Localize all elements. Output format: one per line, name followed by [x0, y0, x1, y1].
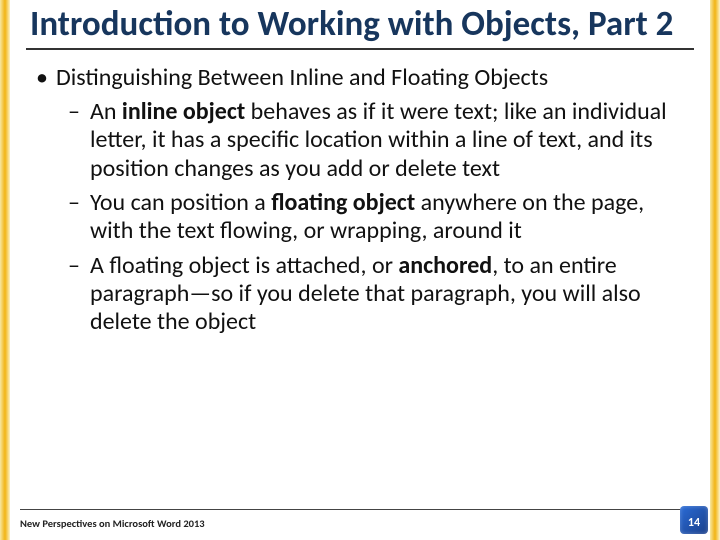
footer-text: New Perspectives on Microsoft Word 2013 [20, 517, 205, 530]
decor-stripe-right [710, 0, 720, 540]
text-bold: anchored [398, 251, 492, 280]
text-bold: inline object [122, 97, 245, 126]
bullet-level2-3: A floating object is attached, or anchor… [32, 252, 684, 337]
title-underline [26, 48, 694, 50]
bullet-level2-1: An inline object behaves as if it were t… [32, 98, 684, 183]
text-bold: floating object [271, 188, 415, 217]
decor-stripe-left [0, 0, 10, 540]
text-fragment: A floating object is attached, or [90, 251, 398, 280]
footer-rule [20, 509, 700, 510]
slide: Introduction to Working with Objects, Pa… [0, 0, 720, 540]
bullet-level1: Distinguishing Between Inline and Floati… [32, 64, 684, 92]
slide-inner: Introduction to Working with Objects, Pa… [10, 0, 710, 540]
slide-body: Distinguishing Between Inline and Floati… [22, 64, 698, 337]
text-fragment: You can position a [90, 188, 271, 217]
page-number: 14 [682, 516, 706, 530]
text-fragment: An [90, 97, 122, 126]
slide-title: Introduction to Working with Objects, Pa… [22, 6, 698, 46]
bullet-level2-2: You can position a floating object anywh… [32, 189, 684, 246]
